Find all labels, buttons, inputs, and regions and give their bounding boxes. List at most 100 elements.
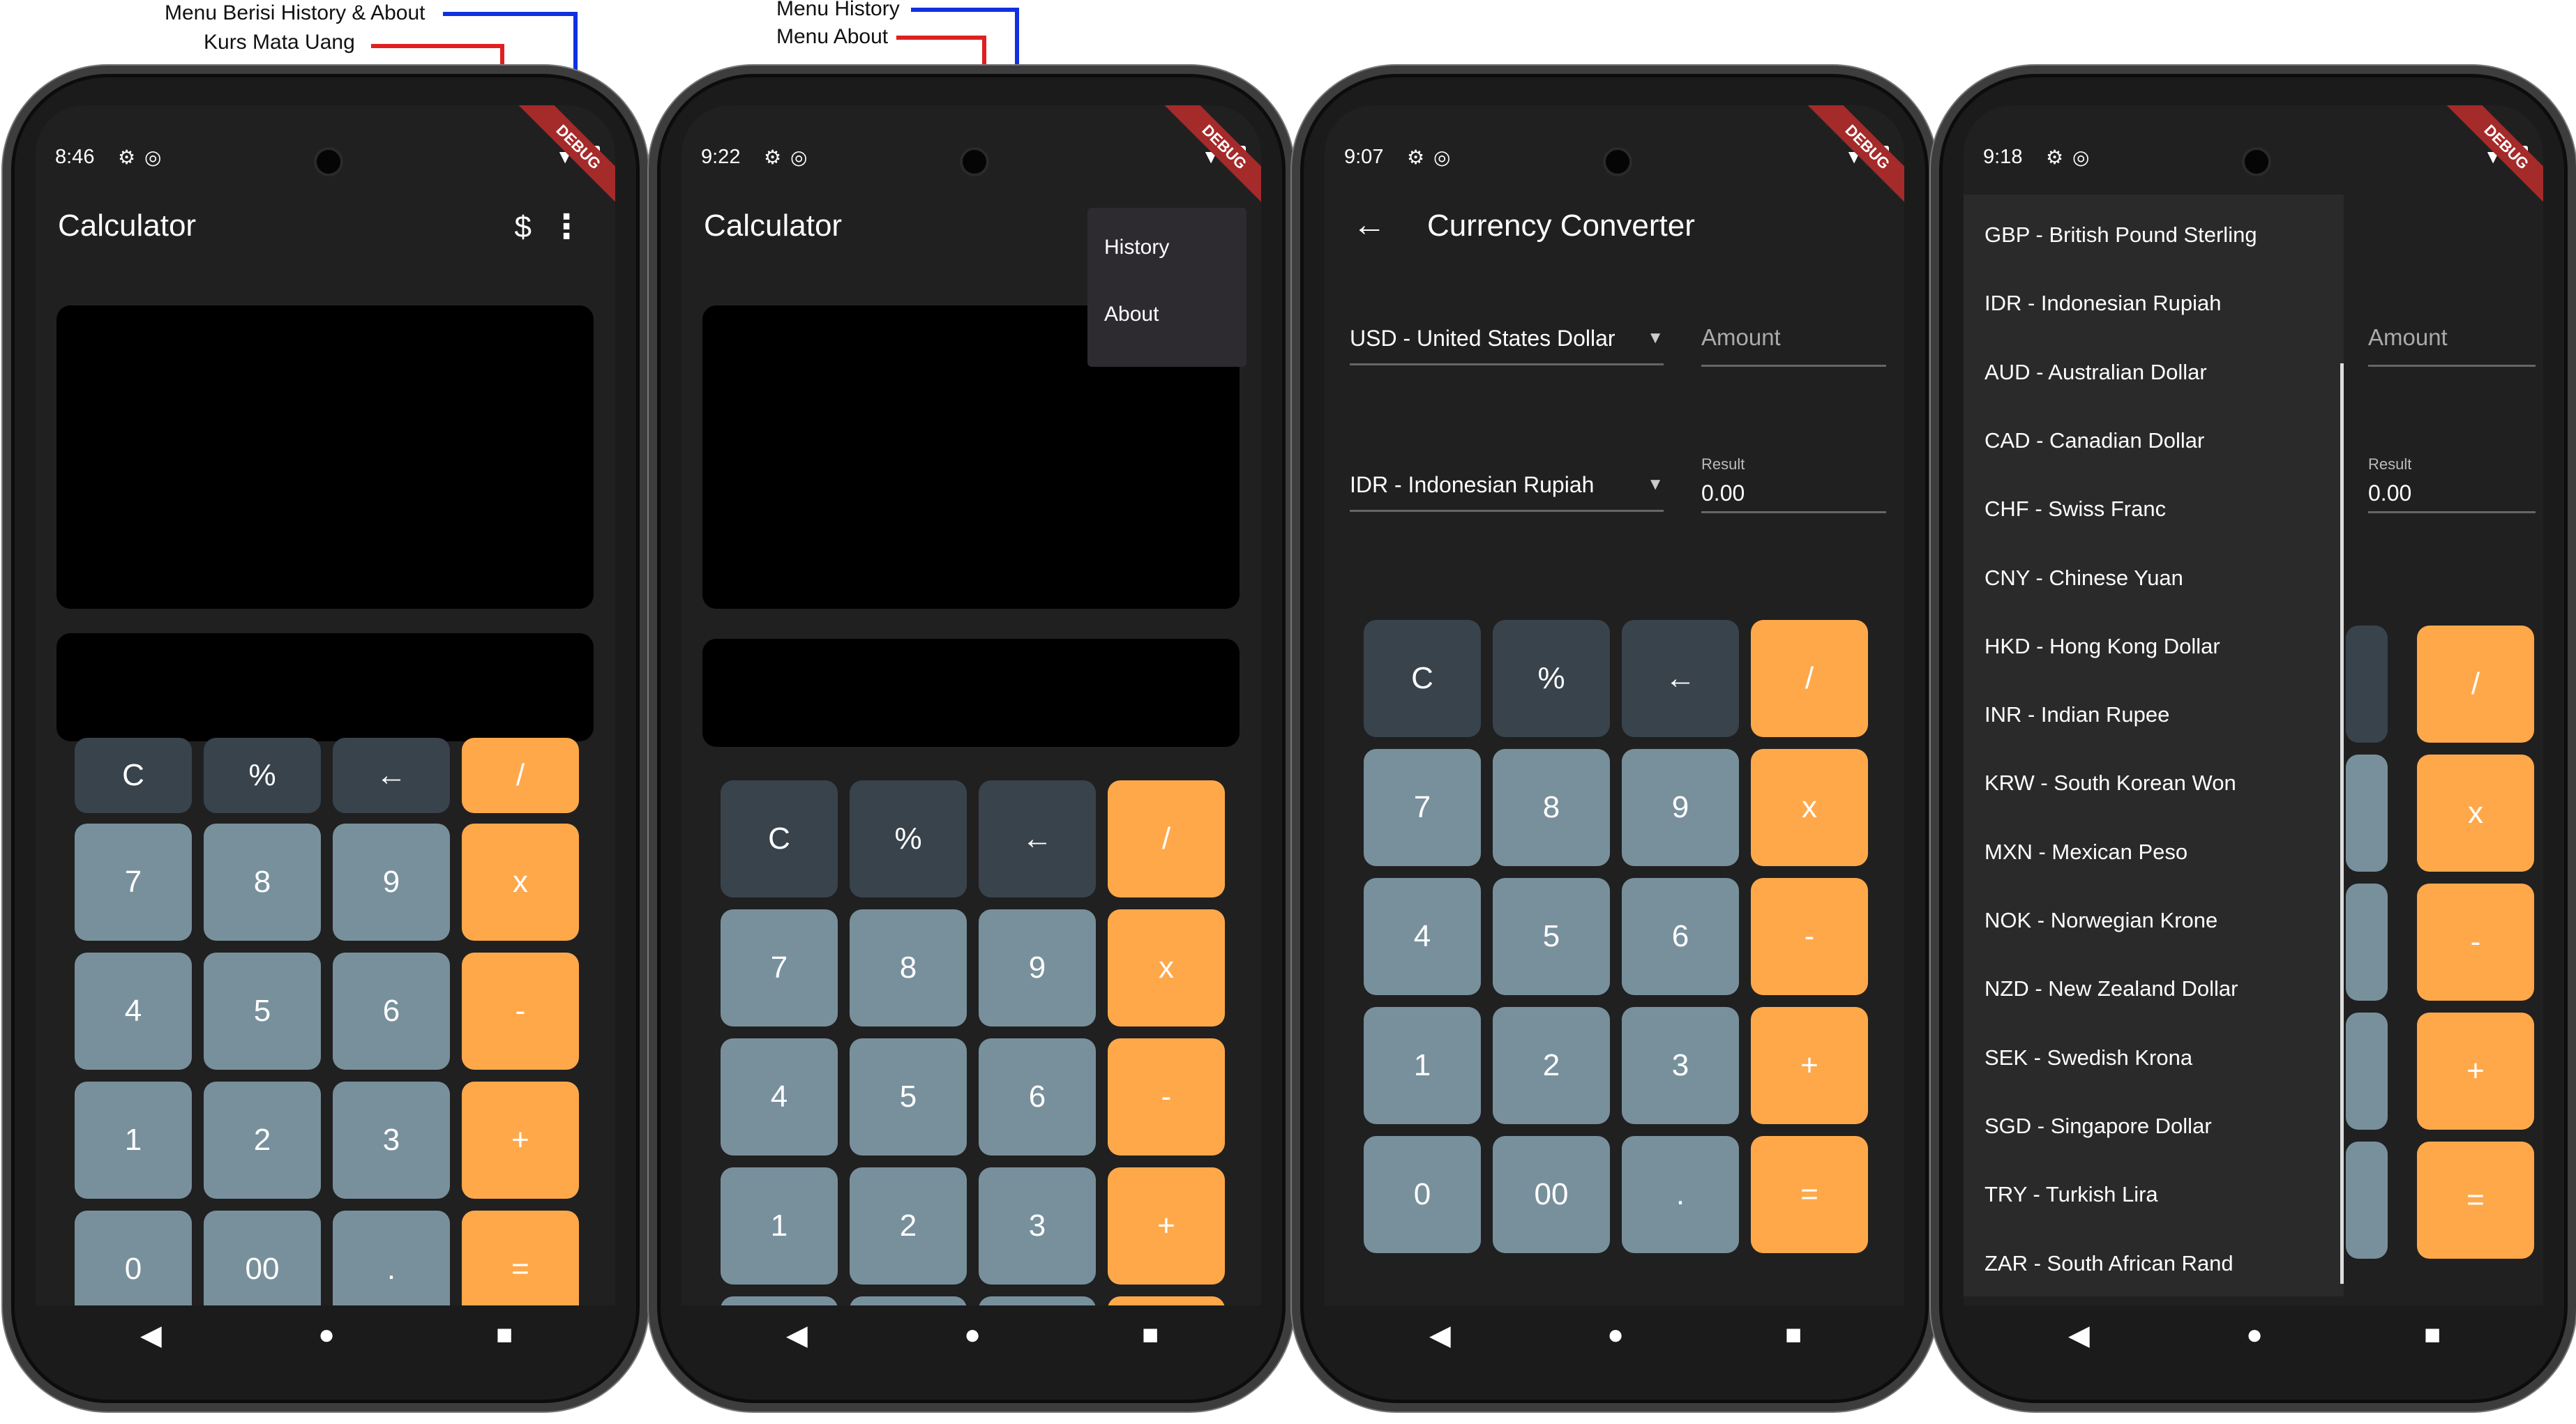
multiply-key[interactable]: x [462,824,579,941]
currency-option[interactable]: HKD - Hong Kong Dollar [1984,634,2220,659]
equals-key[interactable]: = [2417,1142,2534,1259]
backspace-key[interactable] [2346,626,2388,743]
menu-item-about[interactable]: About [1104,303,1159,326]
currency-option[interactable]: TRY - Turkish Lira [1984,1182,2158,1207]
currency-option[interactable]: SGD - Singapore Dollar [1984,1114,2212,1139]
percent-key[interactable]: % [850,780,967,897]
minus-key[interactable]: - [462,953,579,1070]
currency-option[interactable]: NOK - Norwegian Krone [1984,908,2217,933]
plus-key[interactable]: + [2417,1013,2534,1130]
back-arrow-icon[interactable]: ← [1353,206,1386,244]
nav-home-icon[interactable]: ● [2246,1319,2263,1351]
key-4[interactable]: 4 [721,1038,838,1156]
multiply-key[interactable]: x [1108,909,1225,1027]
key-1[interactable]: 1 [75,1082,192,1199]
key-5[interactable]: 5 [204,953,321,1070]
key-0[interactable]: 0 [75,1211,192,1305]
currency-option[interactable]: IDR - Indonesian Rupiah [1984,291,2221,316]
overflow-menu-button[interactable]: ⋮ [550,207,583,246]
nav-home-icon[interactable]: ● [318,1319,335,1351]
key-0[interactable]: 0 [1364,1136,1481,1253]
currency-option[interactable]: GBP - British Pound Sterling [1984,222,2257,248]
decimal-key[interactable]: . [333,1211,450,1305]
decimal-key[interactable]: . [1622,1136,1739,1253]
currency-option[interactable]: ZAR - South African Rand [1984,1251,2234,1276]
key-2[interactable]: 2 [1493,1007,1610,1124]
menu-item-history[interactable]: History [1104,236,1169,259]
nav-recents-icon[interactable]: ■ [1142,1319,1159,1351]
key-2[interactable]: 2 [204,1082,321,1199]
key-5[interactable]: 5 [1493,878,1610,995]
backspace-key[interactable]: ← [1622,620,1739,737]
key-8[interactable]: 8 [1493,749,1610,866]
currency-rate-button[interactable]: $ [515,210,532,245]
percent-key[interactable]: % [1493,620,1610,737]
key-00[interactable]: 00 [1493,1136,1610,1253]
key-1[interactable]: 1 [721,1167,838,1285]
key-00[interactable]: 00 [850,1296,967,1305]
nav-back-icon[interactable]: ◀ [1429,1319,1451,1351]
key-8[interactable]: 8 [204,824,321,941]
key-00[interactable]: 00 [204,1211,321,1305]
key-9[interactable]: 9 [979,909,1096,1027]
divide-key[interactable]: / [1751,620,1868,737]
percent-key[interactable]: % [204,738,321,813]
amount-input[interactable]: Amount [2368,324,2536,366]
multiply-key[interactable]: x [2417,755,2534,872]
clear-key[interactable]: C [75,738,192,813]
plus-key[interactable]: + [1751,1007,1868,1124]
minus-key[interactable]: - [1751,878,1868,995]
multiply-key[interactable]: x [1751,749,1868,866]
plus-key[interactable]: + [462,1082,579,1199]
currency-option[interactable]: SEK - Swedish Krona [1984,1045,2192,1070]
nav-recents-icon[interactable]: ■ [2424,1319,2441,1351]
nav-home-icon[interactable]: ● [1607,1319,1624,1351]
key-3[interactable]: 3 [333,1082,450,1199]
key-3[interactable] [2346,1013,2388,1130]
key-1[interactable]: 1 [1364,1007,1481,1124]
key-2[interactable]: 2 [850,1167,967,1285]
divide-key[interactable]: / [2417,626,2534,743]
key-7[interactable]: 7 [721,909,838,1027]
amount-input[interactable]: Amount [1701,324,1886,366]
nav-recents-icon[interactable]: ■ [1785,1319,1802,1351]
equals-key[interactable]: = [462,1211,579,1305]
minus-key[interactable]: - [2417,884,2534,1001]
nav-home-icon[interactable]: ● [964,1319,981,1351]
dropdown-scrollbar[interactable] [2340,363,2344,1284]
currency-option[interactable]: KRW - South Korean Won [1984,771,2236,796]
decimal-key[interactable]: . [979,1296,1096,1305]
key-6[interactable]: 6 [333,953,450,1070]
nav-back-icon[interactable]: ◀ [2068,1319,2090,1351]
nav-recents-icon[interactable]: ■ [496,1319,513,1351]
divide-key[interactable]: / [1108,780,1225,897]
currency-option[interactable]: CAD - Canadian Dollar [1984,428,2204,453]
key-9[interactable]: 9 [333,824,450,941]
key-3[interactable]: 3 [1622,1007,1739,1124]
currency-option[interactable]: NZD - New Zealand Dollar [1984,976,2238,1001]
backspace-key[interactable]: ← [979,780,1096,897]
currency-option[interactable]: MXN - Mexican Peso [1984,840,2187,865]
currency-option[interactable]: CNY - Chinese Yuan [1984,566,2183,591]
key-8[interactable]: 8 [850,909,967,1027]
key-9[interactable] [2346,755,2388,872]
clear-key[interactable]: C [1364,620,1481,737]
key-3[interactable]: 3 [979,1167,1096,1285]
key-6[interactable]: 6 [979,1038,1096,1156]
nav-back-icon[interactable]: ◀ [140,1319,162,1351]
equals-key[interactable]: = [1108,1296,1225,1305]
key-6[interactable]: 6 [1622,878,1739,995]
key-7[interactable]: 7 [1364,749,1481,866]
currency-option[interactable]: AUD - Australian Dollar [1984,360,2207,385]
from-currency-dropdown[interactable]: USD - United States Dollar ▼ [1350,326,1664,361]
key-7[interactable]: 7 [75,824,192,941]
clear-key[interactable]: C [721,780,838,897]
divide-key[interactable]: / [462,738,579,813]
key-5[interactable]: 5 [850,1038,967,1156]
key-0[interactable]: 0 [721,1296,838,1305]
equals-key[interactable]: = [1751,1136,1868,1253]
key-6[interactable] [2346,884,2388,1001]
backspace-key[interactable]: ← [333,738,450,813]
decimal-key[interactable] [2346,1142,2388,1259]
key-4[interactable]: 4 [1364,878,1481,995]
